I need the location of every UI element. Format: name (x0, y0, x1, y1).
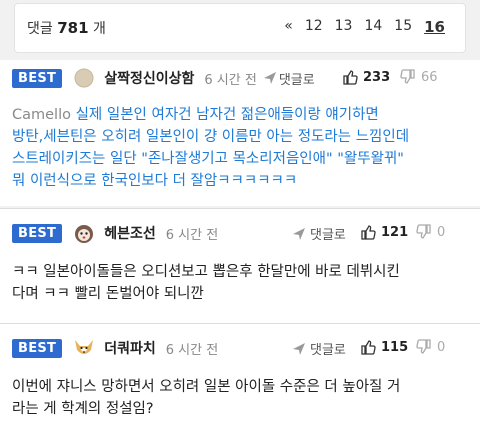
downvote-button[interactable]: 0 (416, 224, 445, 240)
avatar[interactable] (72, 336, 97, 360)
comment-count-unit: 개 (92, 21, 106, 37)
comment-item: BEST 살짝정신이상함 6 시간 전 댓글로 233 66 Camello 실… (0, 60, 480, 206)
comment-text: Camello 실제 일본인 여자건 남자건 젊은애들이랑 얘기하면 방탄,세븐… (12, 104, 409, 192)
downvote-count: 0 (437, 339, 446, 355)
upvote-button[interactable]: 121 (360, 224, 408, 240)
comment-count-value: 781 (57, 19, 89, 37)
comment-item: BEST 헤븐조선 6 시간 전 댓글로 121 0 ㅋㅋ 일본아이돌들은 오디… (0, 209, 480, 323)
comment-text: 이번에 쟈니스 망하면서 오히려 일본 아이돌 수준은 더 높아질 거 라는 게… (12, 376, 400, 420)
thumbs-up-icon (361, 340, 376, 355)
comment-item: BEST 더쿼파치 6 시간 전 댓글로 115 0 이번에 쟈니스 망하면서 … (0, 324, 480, 438)
comment-count-label: 댓글 (27, 21, 53, 37)
thumbs-down-icon (416, 339, 431, 354)
page-15[interactable]: 15 (394, 18, 412, 36)
downvote-count: 0 (437, 224, 446, 240)
avatar[interactable] (72, 66, 96, 90)
comment-header: BEST 헤븐조선 6 시간 전 (12, 221, 218, 245)
page-13[interactable]: 13 (335, 18, 353, 36)
quoted-user: Camello (12, 107, 71, 123)
comment-line: 방탄,세븐틴은 오히려 일본인이 걍 이름만 아는 정도라는 느낌인데 (12, 129, 410, 145)
page-14[interactable]: 14 (364, 18, 382, 36)
reply-label: 댓글로 (310, 228, 346, 243)
timestamp: 6 시간 전 (165, 342, 219, 358)
thumbs-down-icon (416, 224, 431, 239)
upvote-count: 233 (363, 69, 391, 85)
upvote-button[interactable]: 115 (360, 339, 408, 355)
comment-text: ㅋㅋ 일본아이돌들은 오디션보고 뽑은후 한달만에 바로 데뷔시킨 다며 ㅋㅋ … (12, 261, 400, 305)
comment-line: Camello 실제 일본인 여자건 남자건 젊은애들이랑 얘기하면 (12, 104, 409, 126)
reply-button[interactable]: 댓글로 (263, 69, 315, 88)
send-arrow-icon (263, 72, 276, 84)
comment-line: 라는 게 학계의 정설임? (12, 401, 154, 417)
timestamp: 6 시간 전 (165, 227, 219, 243)
page-12[interactable]: 12 (305, 18, 323, 36)
downvote-count: 66 (421, 69, 438, 85)
nickname[interactable]: 헤븐조선 (104, 223, 156, 243)
comment-line: 이번에 쟈니스 망하면서 오히려 일본 아이돌 수준은 더 높아질 거 (12, 379, 401, 395)
downvote-button[interactable]: 66 (400, 69, 438, 85)
pagination: « 12 13 14 15 16 (272, 18, 445, 36)
thumbs-up-icon (343, 70, 358, 85)
best-badge: BEST (12, 68, 63, 88)
reply-button[interactable]: 댓글로 (292, 339, 346, 358)
comment-line: ㅋㅋ 일본아이돌들은 오디션보고 뽑은후 한달만에 바로 데뷔시킨 (12, 264, 400, 280)
thumbs-down-icon (400, 69, 415, 84)
comment-line-text: 실제 일본인 여자건 남자건 젊은애들이랑 얘기하면 (70, 107, 379, 123)
comment-pager: 댓글 781 개 « 12 13 14 15 16 (14, 3, 466, 53)
comment-header: BEST 살짝정신이상함 6 시간 전 댓글로 (12, 66, 315, 90)
comment-line: 다며 ㅋㅋ 빨리 돈벌어야 되니깐 (12, 286, 204, 302)
avatar[interactable] (72, 221, 97, 245)
downvote-button[interactable]: 0 (416, 339, 445, 355)
comment-line: 스트레이키즈는 일단 "존나잘생기고 목소리저음인애" "왈뚜왈뀌" (12, 151, 404, 167)
upvote-count: 115 (381, 339, 409, 355)
timestamp: 6 시간 전 (204, 72, 257, 88)
comment-count: 댓글 781 개 (27, 18, 106, 38)
upvote-button[interactable]: 233 (342, 69, 390, 85)
first-page-button[interactable]: « (284, 18, 293, 36)
send-arrow-icon (293, 342, 305, 355)
upvote-count: 121 (381, 224, 409, 240)
comment-line: 뭐 이런식으로 한국인보다 더 잘암ㅋㅋㅋㅋㅋㅋ (12, 173, 298, 189)
reply-label: 댓글로 (310, 343, 346, 358)
nickname[interactable]: 살짝정신이상함 (104, 68, 194, 88)
best-badge: BEST (12, 338, 63, 358)
page-current[interactable]: 16 (424, 18, 445, 36)
reply-label: 댓글로 (278, 72, 315, 88)
best-badge: BEST (12, 223, 63, 243)
reply-button[interactable]: 댓글로 (292, 224, 346, 243)
thumbs-up-icon (361, 225, 376, 240)
nickname[interactable]: 더쿼파치 (104, 338, 156, 358)
send-arrow-icon (293, 227, 305, 240)
comment-header: BEST 더쿼파치 6 시간 전 (12, 336, 218, 360)
